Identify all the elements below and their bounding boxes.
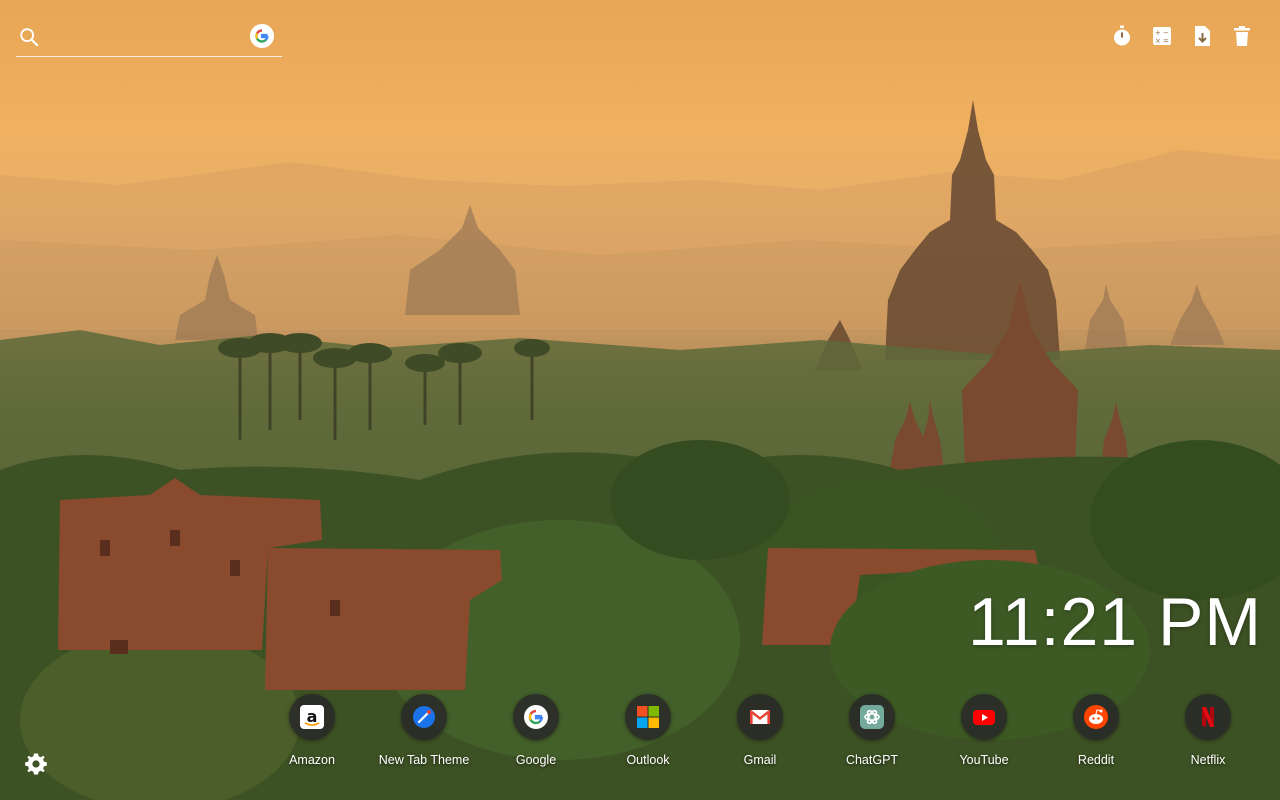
shortcut-label: Google bbox=[515, 753, 557, 767]
shortcut-outlook[interactable]: Outlook bbox=[592, 694, 704, 774]
shortcut-new-tab-theme[interactable]: New Tab Theme bbox=[368, 694, 480, 774]
search-bar bbox=[16, 20, 282, 57]
shortcut-dock: a Amazon New Tab Theme Google Outlook Gm… bbox=[256, 694, 1264, 774]
shortcut-label: Reddit bbox=[1077, 753, 1115, 767]
svg-text:−: − bbox=[1163, 29, 1169, 37]
shortcut-label: Outlook bbox=[626, 753, 670, 767]
timer-icon[interactable] bbox=[1110, 24, 1134, 48]
shortcut-label: Netflix bbox=[1190, 753, 1226, 767]
file-download-icon[interactable] bbox=[1190, 24, 1214, 48]
youtube-icon bbox=[961, 694, 1007, 740]
shortcut-youtube[interactable]: YouTube bbox=[928, 694, 1040, 774]
trash-icon[interactable] bbox=[1230, 24, 1254, 48]
shortcut-netflix[interactable]: Netflix bbox=[1152, 694, 1264, 774]
google-icon[interactable] bbox=[250, 24, 274, 48]
search-input[interactable] bbox=[50, 24, 254, 52]
background-wallpaper bbox=[0, 0, 1280, 800]
shortcut-gmail[interactable]: Gmail bbox=[704, 694, 816, 774]
shortcut-label: Gmail bbox=[743, 753, 777, 767]
clock: 11:21 PM bbox=[967, 584, 1262, 660]
shortcut-label: Amazon bbox=[289, 753, 335, 767]
svg-text:×: × bbox=[1155, 37, 1161, 45]
search-icon[interactable] bbox=[18, 26, 40, 48]
reddit-icon bbox=[1073, 694, 1119, 740]
shortcut-label: New Tab Theme bbox=[378, 753, 470, 767]
shortcut-amazon[interactable]: a Amazon bbox=[256, 694, 368, 774]
shortcut-chatgpt[interactable]: ChatGPT bbox=[816, 694, 928, 774]
google-icon bbox=[513, 694, 559, 740]
shortcut-reddit[interactable]: Reddit bbox=[1040, 694, 1152, 774]
shortcut-label: ChatGPT bbox=[845, 753, 899, 767]
amazon-icon: a bbox=[289, 694, 335, 740]
microsoft-icon bbox=[625, 694, 671, 740]
gmail-icon bbox=[737, 694, 783, 740]
shortcut-label: YouTube bbox=[959, 753, 1009, 767]
new-tab-theme-icon bbox=[401, 694, 447, 740]
toolbar: + − × = bbox=[1110, 24, 1254, 48]
calculator-icon[interactable]: + − × = bbox=[1150, 24, 1174, 48]
svg-text:+: + bbox=[1155, 29, 1161, 37]
shortcut-google[interactable]: Google bbox=[480, 694, 592, 774]
svg-text:=: = bbox=[1163, 37, 1169, 45]
svg-text:a: a bbox=[307, 707, 318, 726]
chatgpt-icon bbox=[849, 694, 895, 740]
netflix-icon bbox=[1185, 694, 1231, 740]
gear-icon[interactable] bbox=[24, 752, 48, 776]
